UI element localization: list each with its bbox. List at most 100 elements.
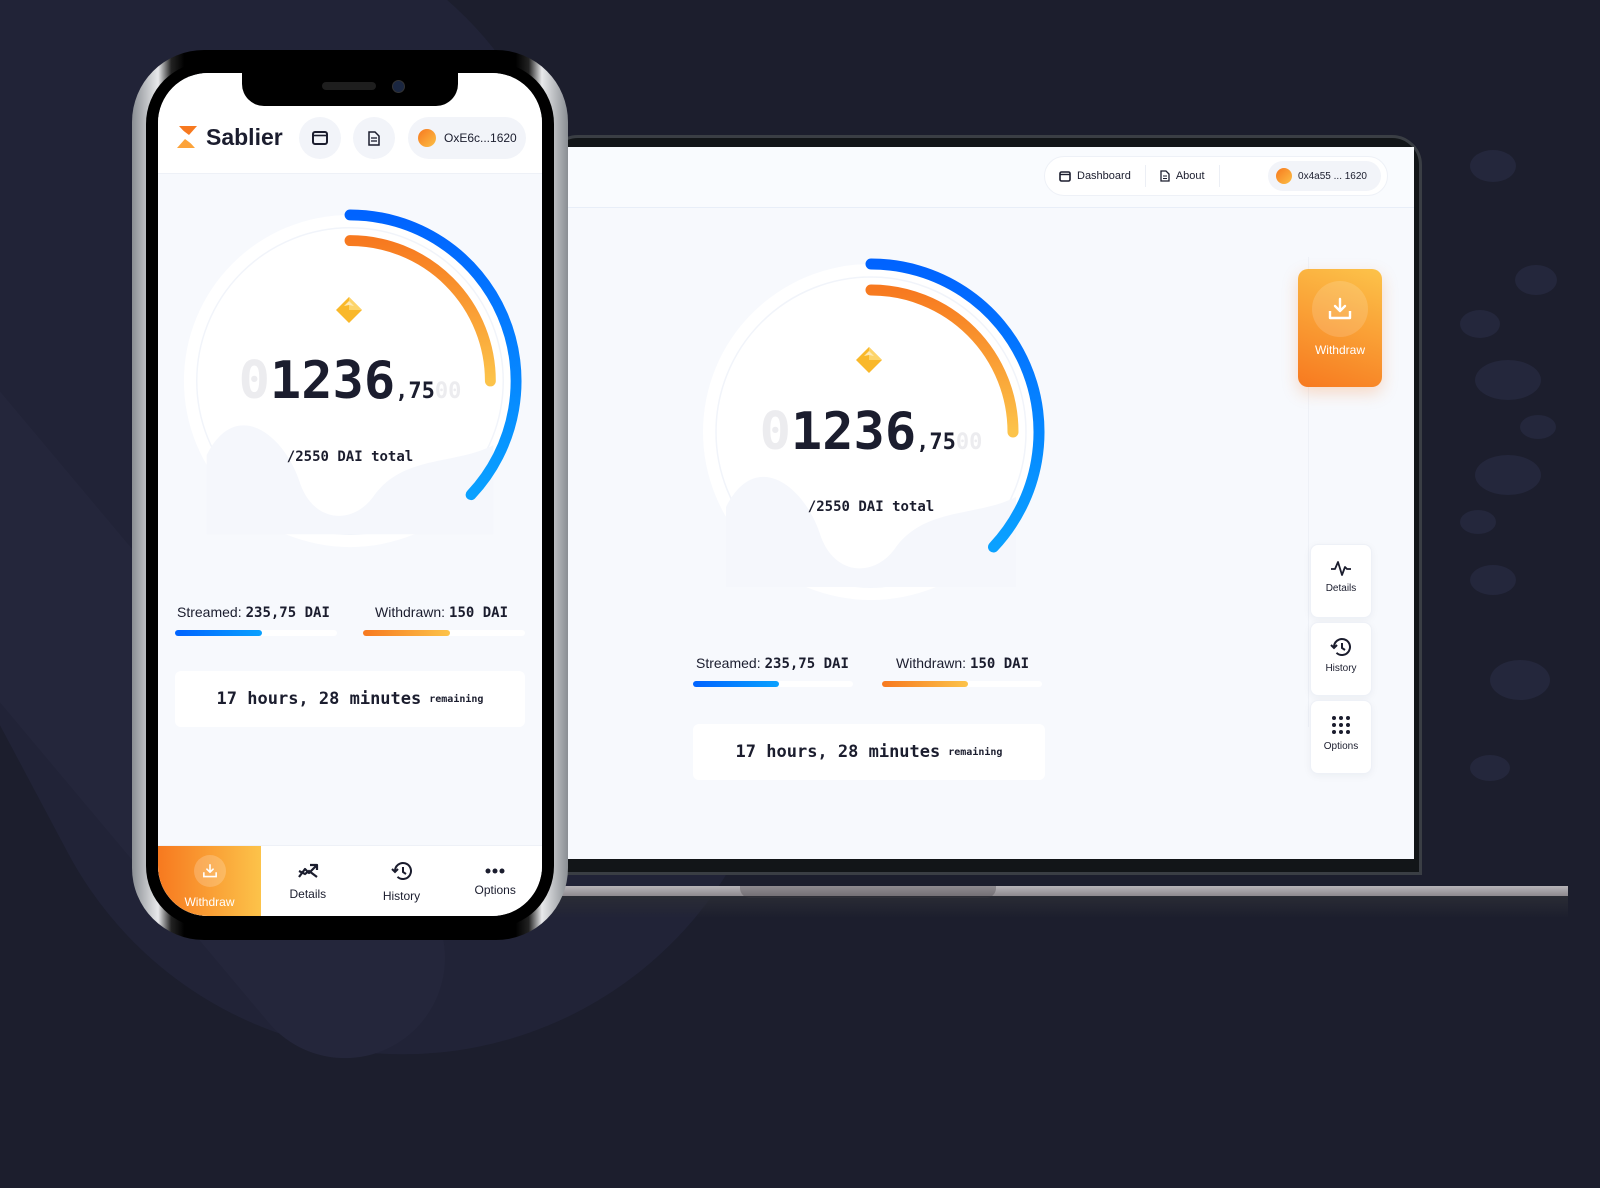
trend-icon (297, 863, 318, 878)
pulse-icon (1331, 561, 1351, 576)
dai-token-icon (856, 347, 882, 373)
grid-dots-icon (1332, 716, 1350, 734)
counter-integer: 1236 (790, 402, 917, 462)
background-dot (1475, 360, 1541, 400)
sidebar-withdraw-label: Withdraw (1314, 343, 1365, 357)
top-nav: Dashboard About 0x4a55 ... 1620 (1044, 156, 1388, 196)
counter-integer: 1236 (269, 351, 396, 411)
sablier-logo[interactable]: Sablier (174, 123, 283, 151)
streamed-progress-fill (175, 630, 263, 636)
laptop-screen: Dashboard About 0x4a55 ... 1620 01236,75… (566, 147, 1414, 859)
sidebar-withdraw-button[interactable]: Withdraw (1298, 269, 1382, 387)
wallet-address: 0x4a55 ... 1620 (1298, 170, 1367, 182)
background-dot (1470, 565, 1516, 595)
sablier-logo-icon (175, 124, 199, 150)
sidebar-history-label: History (1325, 663, 1357, 674)
background-dot (1515, 265, 1557, 295)
counter-trailing-zeros: 00 (955, 430, 983, 455)
nav-about[interactable]: About (1146, 164, 1219, 188)
download-icon (202, 863, 217, 877)
streamed-progress-bar (693, 681, 853, 687)
counter-leading-zero: 0 (759, 402, 791, 462)
time-remaining-value: 17 hours, 28 minutes (735, 742, 941, 762)
sidebar-options-button[interactable]: Options (1310, 700, 1372, 774)
phone-about-button[interactable] (353, 117, 395, 159)
counter-leading-zero: 0 (238, 351, 270, 411)
background-dot (1475, 455, 1541, 495)
withdraw-icon-circle (1312, 281, 1368, 337)
tab-history-label: History (382, 888, 421, 903)
nav-about-label: About (1175, 170, 1205, 182)
streamed-label: Streamed: (696, 655, 761, 671)
window-icon (312, 131, 328, 145)
counter-decimal: ,75 (395, 379, 435, 404)
streamed-value: 235,75 DAI (764, 656, 849, 672)
background-dot (1460, 510, 1496, 534)
more-icon (485, 868, 505, 873)
dai-token-icon (336, 297, 362, 323)
background-dot (1470, 755, 1510, 781)
tab-history[interactable]: History (355, 846, 449, 916)
background-dot (1490, 660, 1550, 700)
sidebar-details-button[interactable]: Details (1310, 544, 1372, 618)
tab-details[interactable]: Details (261, 846, 355, 916)
document-icon (368, 130, 380, 146)
download-icon (1328, 297, 1352, 320)
counter-trailing-zeros: 00 (434, 379, 462, 404)
streamed-value: 235,75 DAI (245, 605, 330, 621)
streamed-progress-fill (693, 681, 780, 687)
withdrawn-value: 150 DAI (449, 605, 509, 621)
time-remaining-value: 17 hours, 28 minutes (216, 689, 422, 709)
phone-camera (392, 80, 405, 93)
time-remaining-card: 17 hours, 28 minutes remaining (693, 724, 1045, 780)
tab-withdraw-label: Withdraw (184, 894, 235, 909)
balance-counter: 01236,7500 (686, 402, 1056, 462)
time-remaining-label: remaining (948, 746, 1003, 758)
window-icon (1059, 170, 1071, 182)
sidebar-details-label: Details (1325, 583, 1357, 594)
laptop-header: Dashboard About 0x4a55 ... 1620 (566, 147, 1414, 208)
laptop-base (540, 886, 1568, 896)
counter-decimal: ,75 (916, 430, 956, 455)
withdrawn-progress-fill (363, 630, 451, 636)
background-dot (1520, 415, 1556, 439)
withdrawn-stat: Withdrawn: 150 DAI (896, 655, 1029, 672)
phone-streamed-progress-bar (175, 630, 337, 636)
wallet-button[interactable]: 0x4a55 ... 1620 (1268, 161, 1381, 191)
nav-dashboard[interactable]: Dashboard (1045, 164, 1145, 188)
withdraw-icon-circle (193, 854, 226, 887)
withdrawn-label: Withdrawn: (375, 604, 446, 620)
phone-wallet-address: OxE6c...1620 (444, 131, 517, 145)
total-label: /2550 DAI total (807, 499, 935, 515)
wallet-avatar-icon (418, 129, 436, 147)
phone-screen: Sablier OxE6c...1620 01236,7500 /2550 DA… (158, 73, 542, 916)
background-dot (1460, 310, 1500, 338)
tab-options-label: Options (474, 882, 516, 897)
withdrawn-progress-fill (882, 681, 969, 687)
phone-wallet-button[interactable]: OxE6c...1620 (408, 117, 526, 159)
streamed-label: Streamed: (177, 604, 242, 620)
tab-options[interactable]: Options (448, 846, 542, 916)
phone-tab-bar: Withdraw Details History Options (158, 845, 542, 916)
tab-details-label: Details (289, 886, 327, 901)
phone-speaker (322, 82, 376, 90)
phone-withdrawn-stat: Withdrawn: 150 DAI (375, 604, 508, 621)
streamed-stat: Streamed: 235,75 DAI (696, 655, 849, 672)
brand-name: Sablier (206, 123, 283, 150)
time-remaining-label: remaining (429, 693, 484, 705)
phone-streamed-stat: Streamed: 235,75 DAI (177, 604, 330, 621)
phone-dashboard-button[interactable] (299, 117, 341, 159)
phone-time-remaining-card: 17 hours, 28 minutes remaining (175, 671, 525, 727)
history-icon (390, 861, 412, 880)
tab-withdraw[interactable]: Withdraw (158, 846, 261, 916)
laptop-shadow (540, 896, 1568, 918)
withdrawn-label: Withdrawn: (896, 655, 967, 671)
wallet-avatar-icon (1276, 168, 1293, 184)
history-icon (1330, 638, 1351, 656)
sidebar-options-label: Options (1323, 741, 1359, 752)
withdrawn-value: 150 DAI (970, 656, 1030, 672)
phone-withdrawn-progress-bar (363, 630, 525, 636)
phone-total-label: /2550 DAI total (286, 449, 414, 465)
background-dot (1470, 150, 1516, 182)
sidebar-history-button[interactable]: History (1310, 622, 1372, 696)
